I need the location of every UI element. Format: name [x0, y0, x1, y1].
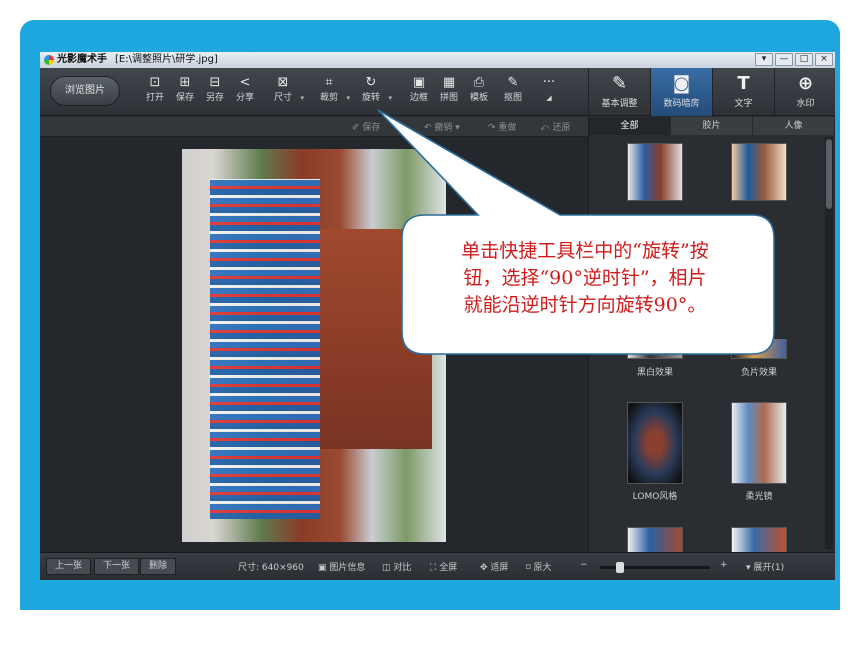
effect-label-softlight: 柔光镜	[745, 492, 773, 502]
window-controls: ▾ — □ ×	[755, 53, 833, 66]
tool-open-button[interactable]: ⊡ 打开	[140, 74, 170, 114]
effect-label-bw: 黑白效果	[636, 368, 673, 378]
info-icon: ▣	[318, 563, 327, 573]
effect-label-negative: 负片效果	[740, 368, 777, 378]
expand-button[interactable]: ▾ 展开(1)	[746, 560, 784, 573]
zoom-out-button[interactable]: −	[580, 560, 588, 570]
share-icon: <	[239, 75, 251, 90]
darkroom-icon: ◙	[672, 73, 691, 94]
effect-thumb[interactable]	[627, 527, 683, 552]
zoom-slider[interactable]	[600, 562, 710, 573]
image-info-label: 图片信息	[329, 563, 366, 573]
border-icon: ▣	[412, 75, 426, 90]
cutout-icon: ✎	[507, 75, 519, 90]
callout-line-1: 单击快捷工具栏中的“旋转”按	[461, 240, 709, 262]
fullscreen-icon: ⛶	[430, 563, 437, 573]
resize-icon: ⊠	[277, 75, 289, 90]
open-icon: ⊡	[149, 75, 161, 90]
rotate-icon: ↻	[365, 75, 377, 90]
fit-screen-button[interactable]: ✥ 适屏	[480, 560, 508, 573]
template-icon: ⎙	[473, 75, 485, 90]
maximize-button[interactable]: □	[795, 53, 813, 66]
image-info-button[interactable]: ▣ 图片信息	[318, 560, 365, 573]
collage-icon: ▦	[442, 75, 456, 90]
prev-image-button[interactable]: 上一张	[46, 558, 92, 575]
window-menu-button[interactable]: ▾	[755, 53, 773, 66]
minimize-button[interactable]: —	[775, 53, 793, 66]
app-name: 光影魔术手	[57, 54, 107, 65]
effect-label-lomo: LOMO风格	[632, 492, 678, 502]
slide: 光影魔术手 [E:\调整照片\研学.jpg] ▾ — □ × 浏览图片 ⊡ 打开 ⊞…	[0, 0, 860, 645]
tool-label: 分享	[235, 93, 254, 103]
fit-label: 适屏	[490, 563, 509, 573]
fit-icon: ✥	[480, 563, 488, 573]
crop-icon: ⌗	[325, 75, 333, 90]
photo-crowd-region	[210, 179, 320, 519]
zoom-slider-knob[interactable]	[616, 562, 624, 573]
effect-thumb-softlight[interactable]	[731, 402, 787, 484]
callout-bubble	[377, 109, 775, 355]
tool-crop-button[interactable]: ⌗ 裁剪 ▾	[314, 74, 350, 114]
chevron-down-icon[interactable]: ▾	[300, 94, 304, 102]
tool-label: 裁剪	[319, 93, 338, 103]
browse-images-button[interactable]: 浏览图片	[50, 76, 120, 106]
tool-label: 另存	[205, 93, 224, 103]
original-size-button[interactable]: ⌑ 原大	[526, 560, 552, 573]
app-logo-icon	[44, 55, 54, 65]
more-icon: ···	[542, 75, 556, 90]
callout-line-2: 钮，选择“90°逆时针”，相片	[463, 267, 707, 289]
fullscreen-label: 全屏	[439, 563, 458, 573]
tool-resize-button[interactable]: ⊠ 尺寸 ▾	[268, 74, 304, 114]
close-button[interactable]: ×	[815, 53, 833, 66]
original-size-label: 原大	[533, 563, 552, 573]
callout-text: 单击快捷工具栏中的“旋转”按 钮，选择“90°逆时针”，相片 就能沿逆时针方向旋…	[405, 238, 765, 319]
tool-save-as-button[interactable]: ⊟ 另存	[200, 74, 230, 114]
image-size: 尺寸: 640×960	[238, 563, 304, 573]
delete-button[interactable]: 删除	[140, 558, 177, 575]
basic-adjust-icon: ✎	[611, 73, 628, 94]
zoom-in-button[interactable]: +	[720, 560, 728, 570]
tool-label: 打开	[145, 93, 164, 103]
compare-icon: ◫	[382, 563, 391, 573]
tool-label: 尺寸	[273, 93, 292, 103]
next-image-button[interactable]: 下一张	[94, 558, 140, 575]
chevron-down-icon[interactable]: ▾	[346, 94, 350, 102]
compare-button[interactable]: ◫ 对比	[382, 560, 411, 573]
panel-scrollbar[interactable]	[825, 137, 833, 549]
original-size-icon: ⌑	[526, 563, 531, 573]
fullscreen-button[interactable]: ⛶ 全屏	[430, 560, 457, 573]
file-path: [E:\调整照片\研学.jpg]	[115, 54, 218, 65]
callout-line-3: 就能沿逆时针方向旋转90°。	[463, 294, 707, 316]
effect-thumb-lomo[interactable]	[627, 402, 683, 484]
status-bar: 上一张 下一张 删除 尺寸: 640×960 ▣ 图片信息 ◫ 对比 ⛶ 全屏 …	[40, 552, 835, 580]
save-icon: ⊞	[179, 75, 191, 90]
text-icon: T	[737, 73, 750, 94]
watermark-icon: ⊕	[797, 73, 814, 94]
scrollbar-thumb[interactable]	[826, 139, 832, 209]
compare-label: 对比	[393, 563, 412, 573]
tool-label: 保存	[175, 93, 194, 103]
save-as-icon: ⊟	[209, 75, 221, 90]
title-bar: 光影魔术手 [E:\调整照片\研学.jpg] ▾ — □ ×	[40, 52, 835, 68]
tool-share-button[interactable]: < 分享	[230, 74, 260, 114]
tool-save-button[interactable]: ⊞ 保存	[170, 74, 200, 114]
effect-thumb[interactable]	[731, 527, 787, 552]
